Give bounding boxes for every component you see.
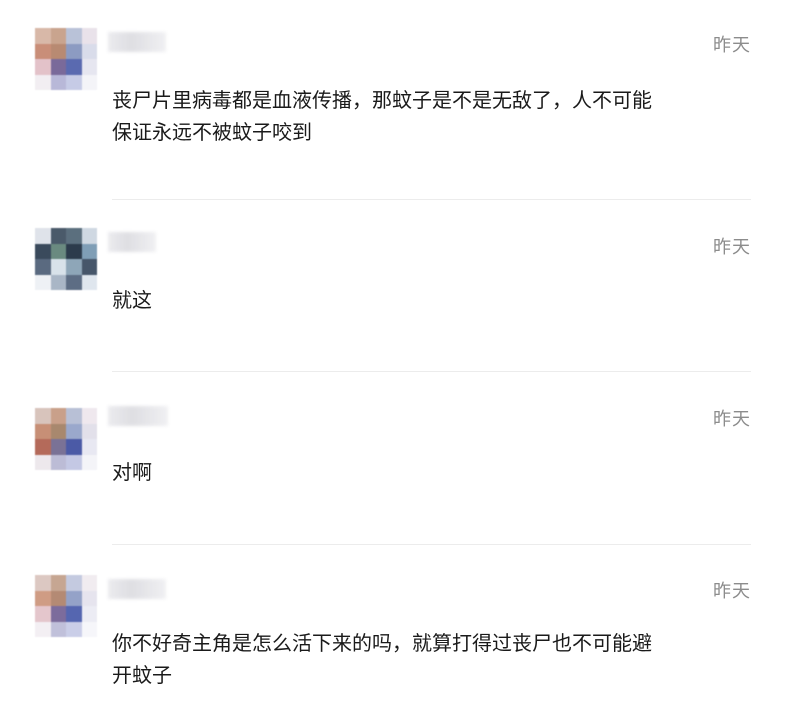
comment-text: 你不好奇主角是怎么活下来的吗，就算打得过丧尸也不可能避开蚊子 — [112, 631, 652, 687]
username-blurred[interactable] — [108, 232, 156, 252]
comment-item: 昨天 对啊 — [0, 372, 789, 544]
username-blurred[interactable] — [108, 579, 166, 599]
comment-text: 丧尸片里病毒都是血液传播，那蚊子是不是无敌了，人不可能保证永远不被蚊子咬到 — [112, 88, 652, 144]
comment-item: 昨天 丧尸片里病毒都是血液传播，那蚊子是不是无敌了，人不可能保证永远不被蚊子咬到 — [0, 0, 789, 200]
comment-item: 昨天 你不好奇主角是怎么活下来的吗，就算打得过丧尸也不可能避开蚊子 — [0, 545, 789, 715]
timestamp: 昨天 — [713, 35, 751, 56]
comment-text: 就这 — [112, 288, 152, 312]
avatar[interactable] — [35, 228, 97, 290]
timestamp: 昨天 — [713, 237, 751, 258]
avatar[interactable] — [35, 28, 97, 90]
avatar[interactable] — [35, 408, 97, 470]
comment-item: 昨天 就这 — [0, 200, 789, 372]
timestamp: 昨天 — [713, 581, 751, 602]
comment-text: 对啊 — [112, 460, 152, 484]
avatar[interactable] — [35, 575, 97, 637]
timestamp: 昨天 — [713, 409, 751, 430]
username-blurred[interactable] — [108, 32, 166, 52]
username-blurred[interactable] — [108, 406, 168, 426]
